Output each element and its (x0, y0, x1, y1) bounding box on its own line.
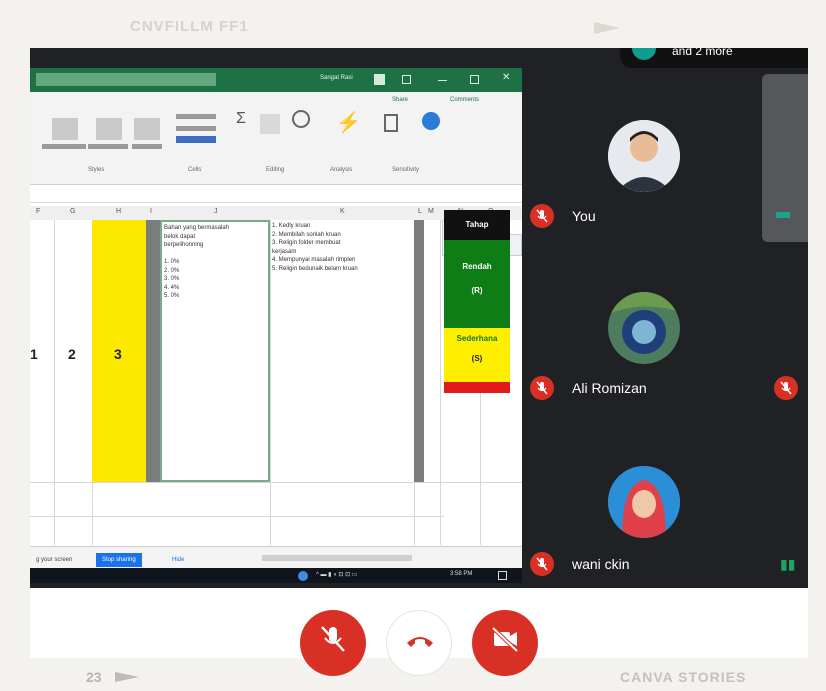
excel-user: Sangat Rasi (320, 75, 353, 81)
mic-muted-icon-wani (530, 552, 554, 576)
mic-off-icon (321, 626, 345, 652)
taskbar-app-icon[interactable] (298, 571, 308, 581)
film-brand: CANVA STORIES (620, 669, 747, 685)
hide-button[interactable]: Hide (166, 553, 190, 567)
status-yellow-sub: (S) (471, 354, 483, 363)
autosum-icon[interactable]: Σ (236, 110, 246, 128)
ribbon-group-sensitivity: Sensitivity (392, 167, 420, 173)
comments-button[interactable]: Comments (450, 97, 516, 109)
col-header-h[interactable]: H (116, 208, 121, 215)
insert-cells-button[interactable] (176, 114, 216, 119)
status-yellow-label: Sederhana (456, 334, 498, 343)
cell-note: Bahan yang bermasalah belok dapat berpel… (164, 225, 230, 299)
avatar-you[interactable] (608, 120, 680, 192)
stop-sharing-button[interactable]: Stop sharing (96, 553, 142, 567)
selected-cell[interactable]: Bahan yang bermasalah belok dapat berpel… (160, 220, 270, 482)
mic-toggle-button[interactable] (300, 610, 366, 676)
ribbon-group-editing: Editing (266, 167, 285, 173)
ribbon-group-styles: Styles (88, 167, 105, 173)
minimize-icon[interactable] (438, 75, 447, 81)
notifications-icon[interactable] (498, 571, 507, 580)
cell-styles-icon[interactable] (134, 118, 160, 140)
excel-search-box[interactable] (36, 73, 216, 86)
partial-video-tile[interactable] (762, 74, 808, 242)
col-header-m[interactable]: M (428, 208, 434, 215)
formula-bar[interactable] (30, 186, 522, 203)
avatar-wani-image (608, 466, 680, 538)
status-green-label: Rendah (462, 262, 492, 271)
status-header-label: Tahap (465, 220, 489, 229)
participant-name-ali: Ali Romizan (572, 380, 647, 396)
delete-cells-button[interactable] (176, 126, 216, 131)
col-header-f[interactable]: F (36, 208, 40, 215)
gray-column-2[interactable] (414, 220, 424, 482)
gray-column[interactable] (146, 220, 160, 482)
avatar-you-image (608, 120, 680, 192)
share-button[interactable]: Share (392, 97, 432, 109)
others-avatar-icon (632, 48, 656, 60)
avatar-wani-ckin[interactable] (608, 466, 680, 538)
ribbon-display-icon[interactable] (402, 75, 411, 84)
format-table-icon[interactable] (96, 118, 122, 140)
excel-ribbon: Share Comments Σ ⚡ Styles Cells Editing … (30, 92, 522, 185)
maximize-icon[interactable] (470, 75, 479, 84)
avatar-ali-romizan[interactable] (608, 292, 680, 364)
shared-screen: Sangat Rasi ✕ Share Comments Σ ⚡ Styles … (30, 68, 522, 583)
film-top-label: CNVFILLM FF1 (130, 18, 249, 35)
mic-muted-icon-ali (530, 376, 554, 400)
taskbar-tray-icons[interactable]: ^ ▬ ▮ ◖ ⊡ ⊡ ▭ (316, 571, 357, 578)
col-header-k[interactable]: K (340, 208, 345, 215)
ribbon-group-cells: Cells (188, 167, 202, 173)
speaking-indicator-icon: ▮▮ (780, 556, 796, 572)
participant-name-wani: wani ckin (572, 556, 630, 572)
others-pill[interactable]: and 2 more (620, 48, 808, 68)
film-arrow-bottom (115, 672, 139, 682)
meet-window: and 2 more Sangat Rasi ✕ Share Comments … (30, 48, 808, 588)
sensitivity-icon[interactable] (422, 112, 440, 130)
cell-value-1[interactable]: 1 (30, 346, 38, 362)
film-page-number: 23 (86, 669, 102, 685)
participant-name-you: You (572, 208, 596, 224)
camera-toggle-button[interactable] (472, 610, 538, 676)
col-header-i[interactable]: I (150, 208, 152, 215)
conditional-formatting-icon[interactable] (52, 118, 78, 140)
status-green-sub: (R) (471, 286, 483, 295)
hang-up-icon (407, 637, 433, 647)
sharing-bar: g your screen Stop sharing Hide (30, 546, 522, 569)
mic-muted-icon-you (530, 204, 554, 228)
cell-value-3[interactable]: 3 (114, 346, 122, 362)
avatar-ali-image (608, 292, 680, 364)
status-header-cell[interactable]: Tahap (444, 210, 510, 240)
col-header-l[interactable]: L (418, 208, 422, 215)
call-controls (0, 588, 826, 676)
cell-note-2[interactable]: 1. Kedly kruan 2. Membilah sonlah kruan … (272, 222, 412, 273)
excel-title-bar: Sangat Rasi ✕ (30, 68, 522, 92)
col-header-g[interactable]: G (70, 208, 75, 215)
horizontal-scrollbar[interactable] (262, 555, 412, 561)
share-file-icon[interactable] (384, 114, 398, 132)
camera-off-icon (491, 626, 519, 653)
status-red-cell[interactable] (444, 382, 510, 393)
analyze-data-icon[interactable]: ⚡ (336, 110, 361, 135)
windows-taskbar: ^ ▬ ▮ ◖ ⊡ ⊡ ▭ 3:58 PM (30, 568, 522, 583)
film-arrow-top (594, 22, 620, 34)
cell-value-2[interactable]: 2 (68, 346, 76, 362)
excel-avatar-icon (374, 74, 385, 85)
others-label: and 2 more (672, 48, 733, 58)
sharing-text: g your screen (36, 557, 73, 563)
ribbon-group-analysis: Analysis (330, 167, 353, 173)
sort-filter-icon[interactable] (260, 114, 280, 134)
taskbar-time: 3:58 PM (450, 571, 473, 577)
status-yellow-cell[interactable]: Sederhana (S) (444, 328, 510, 382)
col-header-j[interactable]: J (214, 208, 218, 215)
close-icon[interactable]: ✕ (502, 72, 510, 83)
format-cells-button[interactable] (176, 136, 216, 143)
mic-muted-icon-partial (774, 376, 798, 400)
leave-call-button[interactable] (386, 610, 452, 676)
status-green-cell[interactable]: Rendah (R) (444, 240, 510, 328)
find-select-icon[interactable] (292, 110, 310, 128)
